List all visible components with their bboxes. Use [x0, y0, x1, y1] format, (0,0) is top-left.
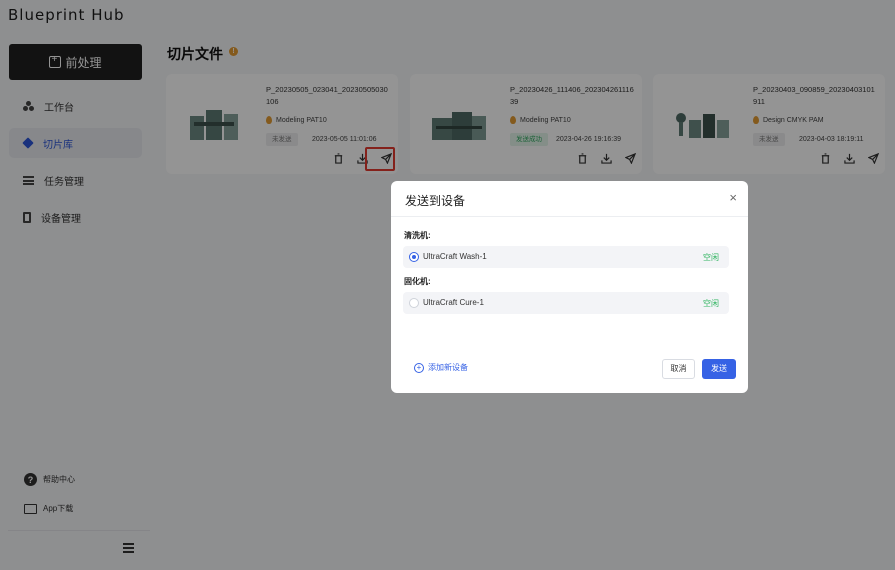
device-name: UltraCraft Cure-1 — [423, 298, 484, 307]
radio-selected[interactable] — [409, 252, 419, 262]
curer-group-label: 固化机: — [404, 277, 431, 286]
device-option-washer[interactable]: UltraCraft Wash-1 空闲 — [403, 246, 729, 268]
cancel-button[interactable]: 取消 — [662, 359, 695, 379]
add-device-link[interactable]: + 添加新设备 — [414, 362, 468, 373]
device-option-curer[interactable]: UltraCraft Cure-1 空闲 — [403, 292, 729, 314]
close-icon[interactable]: × — [729, 191, 737, 204]
dialog-title: 发送到设备 — [405, 194, 466, 208]
dialog-divider — [391, 216, 748, 217]
device-state: 空闲 — [703, 253, 719, 262]
send-button[interactable]: 发送 — [702, 359, 736, 379]
device-state: 空闲 — [703, 299, 719, 308]
add-device-label: 添加新设备 — [428, 363, 468, 372]
radio-unselected[interactable] — [409, 298, 419, 308]
plus-circle-icon: + — [414, 362, 424, 373]
device-name: UltraCraft Wash-1 — [423, 252, 487, 261]
washer-group-label: 清洗机: — [404, 231, 431, 240]
send-to-device-dialog: 发送到设备 × 清洗机: UltraCraft Wash-1 空闲 固化机: U… — [391, 181, 748, 393]
